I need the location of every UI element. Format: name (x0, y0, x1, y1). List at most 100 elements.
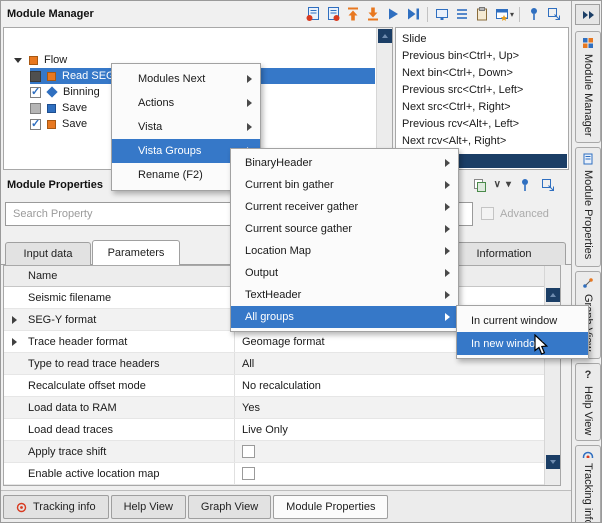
double-chevron-icon (581, 10, 595, 20)
pin-icon[interactable] (525, 5, 543, 23)
module-icon (47, 104, 56, 113)
tracking-icon (582, 451, 594, 458)
vista-groups-submenu: BinaryHeader Current bin gather Current … (230, 148, 459, 332)
run-flow-icon[interactable] (384, 5, 402, 23)
side-tab-tracking-info[interactable]: Tracking info (575, 445, 601, 523)
value-checkbox[interactable] (242, 445, 255, 458)
submenu-arrow-icon (247, 123, 252, 131)
module-icon (47, 72, 56, 81)
submenu-arrow-icon (247, 75, 252, 83)
value-checkbox[interactable] (242, 467, 255, 480)
side-panel-strip: Module Manager Module Properties Graph V… (571, 1, 602, 523)
module-icon (47, 120, 56, 129)
new-window-icon[interactable] (493, 5, 511, 23)
tab-parameters[interactable]: Parameters (92, 240, 180, 265)
bottom-tab-bar: Tracking info Help View Graph View Modul… (1, 490, 571, 523)
module-properties-icon (582, 153, 594, 165)
tab-input-data[interactable]: Input data (5, 242, 91, 265)
table-row[interactable]: Recalculate offset mode No recalculation (4, 375, 544, 397)
submenu-arrow-icon (247, 99, 252, 107)
menu-item-vista[interactable]: Vista (112, 115, 260, 139)
advanced-option: Advanced (481, 207, 549, 220)
info-line: Previous bin<Ctrl+, Up> (402, 48, 562, 65)
table-row[interactable]: Apply trace shift (4, 441, 544, 463)
table-scrollbar[interactable] (544, 266, 560, 485)
scroll-up-button[interactable] (546, 288, 560, 302)
menu-dropdown-icon[interactable]: ▾ (506, 179, 511, 190)
menu-item-in-new-window[interactable]: In new window (457, 332, 588, 355)
submenu-arrow-icon (445, 247, 450, 255)
expand-arrow-icon[interactable] (12, 338, 17, 346)
advanced-checkbox[interactable] (481, 207, 494, 220)
submenu-arrow-icon (445, 269, 450, 277)
toolbar-separator (519, 7, 520, 22)
expand-panels-button[interactable] (575, 4, 600, 25)
name-column-header: Name (28, 270, 57, 282)
scroll-down-button[interactable] (546, 455, 560, 469)
module-log-icon[interactable] (324, 5, 342, 23)
flow-icon (29, 56, 38, 65)
menu-item-textheader[interactable]: TextHeader (231, 284, 458, 306)
expand-arrow-icon[interactable] (12, 316, 17, 324)
menu-item-current-bin-gather[interactable]: Current bin gather (231, 174, 458, 196)
pin-icon[interactable] (516, 176, 534, 194)
submenu-arrow-icon (445, 313, 450, 321)
menu-item-current-source-gather[interactable]: Current source gather (231, 218, 458, 240)
menu-item-current-receiver-gather[interactable]: Current receiver gather (231, 196, 458, 218)
paste-icon[interactable] (473, 5, 491, 23)
menu-item-output[interactable]: Output (231, 262, 458, 284)
toolbar-separator (427, 7, 428, 22)
table-row[interactable]: Load data to RAM Yes (4, 397, 544, 419)
module-manager-toolbar: ▾ (304, 5, 563, 23)
module-list-icon[interactable] (453, 5, 471, 23)
info-line: Next src<Ctrl+, Right> (402, 99, 562, 116)
module-manager-icon (582, 37, 594, 49)
collapse-arrow-icon[interactable] (14, 58, 22, 63)
module-checkbox[interactable] (30, 119, 41, 130)
info-line: Slide (402, 31, 562, 48)
menu-item-all-groups[interactable]: All groups (231, 306, 458, 328)
menu-item-modules-next[interactable]: Modules Next (112, 67, 260, 91)
module-manager-header: Module Manager ▾ (1, 1, 571, 27)
scroll-up-button[interactable] (378, 29, 392, 43)
menu-item-actions[interactable]: Actions (112, 91, 260, 115)
info-line: Previous rcv<Alt+, Left> (402, 116, 562, 133)
collapse-icon[interactable]: ∨ (494, 179, 501, 190)
side-tab-help-view[interactable]: ? Help View (575, 363, 601, 441)
float-panel-icon[interactable] (545, 5, 563, 23)
all-groups-submenu: In current window In new window (456, 305, 589, 359)
menu-item-binaryheader[interactable]: BinaryHeader (231, 152, 458, 174)
module-checkbox[interactable] (30, 87, 41, 98)
run-to-module-icon[interactable] (404, 5, 422, 23)
submenu-arrow-icon (445, 181, 450, 189)
menu-item-in-current-window[interactable]: In current window (457, 309, 588, 332)
tracking-icon (16, 502, 27, 513)
info-line: Previous src<Ctrl+, Left> (402, 82, 562, 99)
flow-log-icon[interactable] (304, 5, 322, 23)
advanced-label: Advanced (500, 208, 549, 220)
tab-tracking-info[interactable]: Tracking info (3, 495, 109, 519)
copy-properties-icon[interactable] (471, 176, 489, 194)
module-checkbox[interactable] (30, 103, 41, 114)
table-row[interactable]: Load dead traces Live Only (4, 419, 544, 441)
menu-item-location-map[interactable]: Location Map (231, 240, 458, 262)
float-panel-icon[interactable] (539, 176, 557, 194)
module-checkbox[interactable] (30, 71, 41, 82)
view-log-icon[interactable] (433, 5, 451, 23)
table-row[interactable]: Enable active location map (4, 463, 544, 485)
tab-module-properties[interactable]: Module Properties (273, 495, 388, 519)
tab-help-view[interactable]: Help View (111, 495, 186, 519)
submenu-arrow-icon (445, 225, 450, 233)
side-tab-module-manager[interactable]: Module Manager (575, 31, 601, 143)
submenu-arrow-icon (445, 159, 450, 167)
new-window-dropdown-icon[interactable]: ▾ (510, 10, 514, 19)
graph-view-icon (582, 277, 594, 289)
info-line: Next bin<Ctrl+, Down> (402, 65, 562, 82)
import-flow-icon[interactable] (344, 5, 362, 23)
export-flow-icon[interactable] (364, 5, 382, 23)
mouse-cursor (531, 334, 551, 356)
module-manager-title: Module Manager (7, 8, 94, 20)
tab-graph-view[interactable]: Graph View (188, 495, 271, 519)
side-tab-module-properties[interactable]: Module Properties (575, 147, 601, 267)
tab-information[interactable]: Information (442, 242, 566, 265)
